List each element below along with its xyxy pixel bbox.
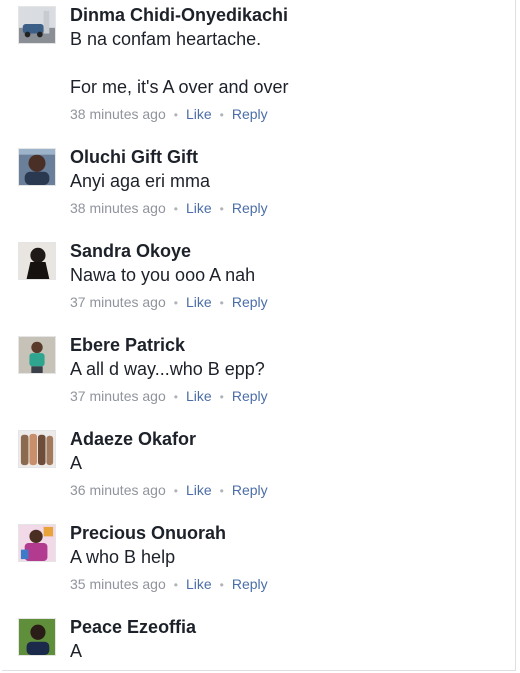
reply-link[interactable]: Reply <box>232 388 268 404</box>
separator-dot: • <box>219 202 224 216</box>
comment-timestamp[interactable]: 36 minutes ago <box>70 482 166 498</box>
avatar[interactable] <box>18 618 56 656</box>
like-link[interactable]: Like <box>186 482 212 498</box>
avatar[interactable] <box>18 6 56 44</box>
avatar[interactable] <box>18 242 56 280</box>
comment-author[interactable]: Precious Onuorah <box>70 521 508 545</box>
comment-timestamp[interactable]: 38 minutes ago <box>70 200 166 216</box>
reply-link[interactable]: Reply <box>232 482 268 498</box>
separator-dot: • <box>173 108 178 122</box>
avatar[interactable] <box>18 148 56 186</box>
like-link[interactable]: Like <box>186 200 212 216</box>
like-link[interactable]: Like <box>186 106 212 122</box>
separator-dot: • <box>219 484 224 498</box>
reply-link[interactable]: Reply <box>232 106 268 122</box>
comment-text: A <box>70 641 83 661</box>
comment-meta: 38 minutes ago • Like • Reply <box>70 105 508 124</box>
separator-dot: • <box>219 390 224 404</box>
separator-dot: • <box>173 390 178 404</box>
separator-dot: • <box>219 108 224 122</box>
comment-meta: 38 minutes ago • Like • Reply <box>70 199 508 218</box>
separator-dot: • <box>173 484 178 498</box>
like-link[interactable]: Like <box>186 576 212 592</box>
comment-timestamp[interactable]: 37 minutes ago <box>70 294 166 310</box>
separator-dot: • <box>219 578 224 592</box>
comment-author[interactable]: Ebere Patrick <box>70 333 508 357</box>
separator-dot: • <box>173 296 178 310</box>
comment-timestamp[interactable]: 38 minutes ago <box>70 106 166 122</box>
avatar-photo-green <box>19 337 55 373</box>
avatar-photo-portrait <box>19 149 55 185</box>
avatar-photo-dark <box>19 243 55 279</box>
avatar[interactable] <box>18 430 56 468</box>
comment-meta: 35 minutes ago • Like • Reply <box>70 575 508 594</box>
avatar-photo-green-portrait <box>19 619 55 655</box>
comment-timestamp[interactable]: 35 minutes ago <box>70 576 166 592</box>
like-link[interactable]: Like <box>186 388 212 404</box>
comment-author[interactable]: Peace Ezeoffia <box>70 615 508 639</box>
comment-author[interactable]: Oluchi Gift Gift <box>70 145 508 169</box>
comment-author[interactable]: Dinma Chidi-Onyedikachi <box>70 3 508 27</box>
avatar-photo-car <box>19 7 55 43</box>
comment-text: Nawa to you ooo A nah <box>70 265 256 285</box>
avatar[interactable] <box>18 336 56 374</box>
reply-link[interactable]: Reply <box>232 200 268 216</box>
comment-meta: 37 minutes ago • Like • Reply <box>70 387 508 406</box>
avatar[interactable] <box>18 524 56 562</box>
reply-link[interactable]: Reply <box>232 576 268 592</box>
separator-dot: • <box>173 578 178 592</box>
comment-text: A who B help <box>70 547 176 567</box>
like-link[interactable]: Like <box>186 294 212 310</box>
avatar-photo-group <box>19 431 55 467</box>
comment-text: A <box>70 453 83 473</box>
comment-text: B na confam heartache. For me, it's A ov… <box>70 29 289 97</box>
comment-meta: 36 minutes ago • Like • Reply <box>70 481 508 500</box>
separator-dot: • <box>219 296 224 310</box>
separator-dot: • <box>173 202 178 216</box>
comment-text: Anyi aga eri mma <box>70 171 211 191</box>
comment-author[interactable]: Adaeze Okafor <box>70 427 508 451</box>
comment-text: A all d way...who B epp? <box>70 359 265 379</box>
comment-timestamp[interactable]: 37 minutes ago <box>70 388 166 404</box>
comment-thread: Dinma Chidi-Onyedikachi B na confam hear… <box>2 0 516 671</box>
reply-link[interactable]: Reply <box>232 294 268 310</box>
comment-meta: 37 minutes ago • Like • Reply <box>70 293 508 312</box>
avatar-photo-colorful <box>19 525 55 561</box>
comment-author[interactable]: Sandra Okoye <box>70 239 508 263</box>
